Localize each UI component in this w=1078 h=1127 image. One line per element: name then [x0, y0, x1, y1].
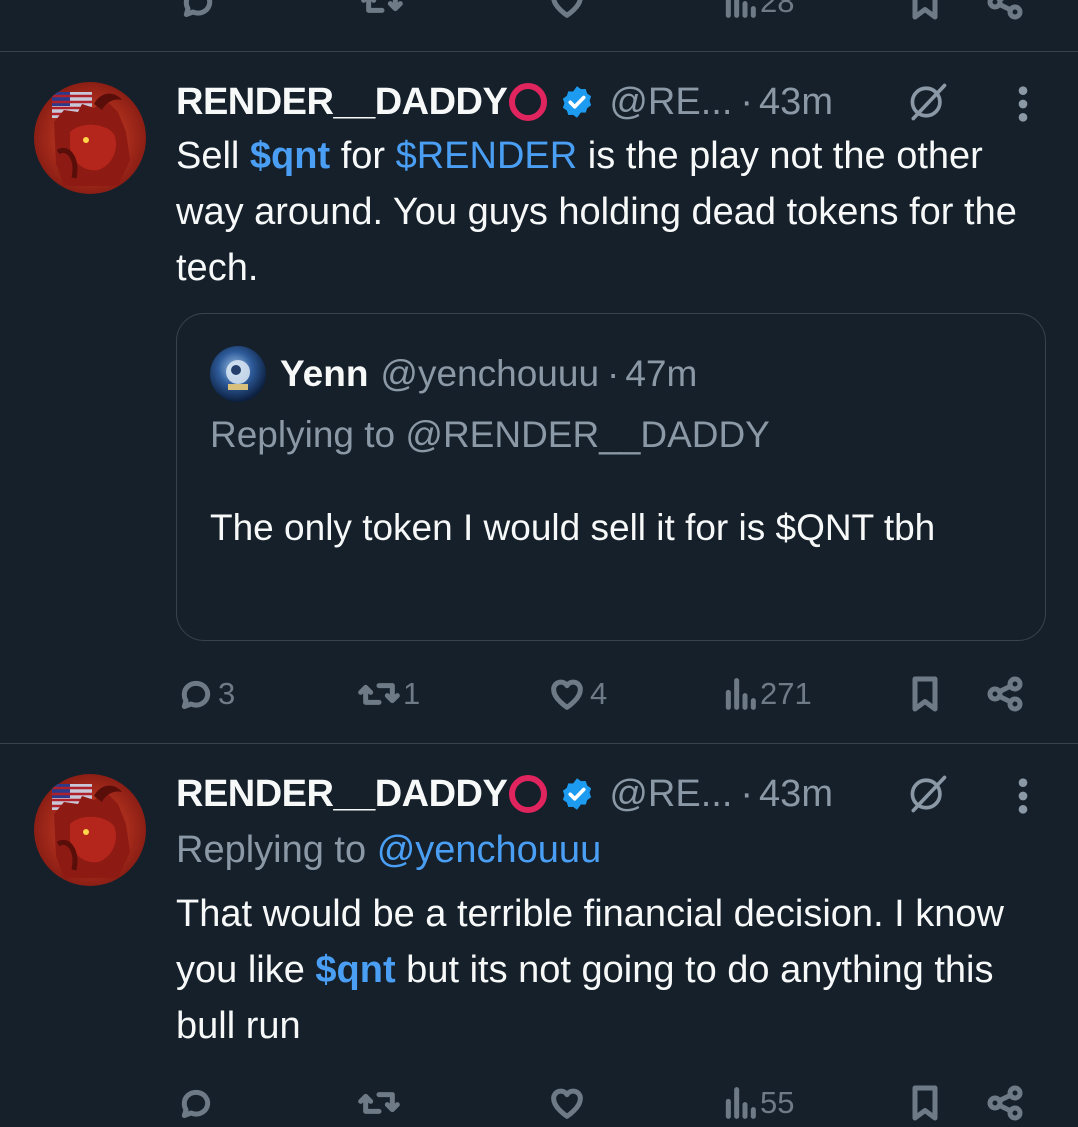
red-ring-emoji — [509, 775, 548, 813]
like-icon — [551, 679, 583, 710]
quote-text: The only token I would sell it for is $Q… — [210, 507, 936, 548]
top-like-button[interactable] — [546, 0, 588, 22]
tweet1-handle[interactable]: @RE... — [609, 81, 732, 124]
tweet1-reply-count: 3 — [218, 676, 236, 711]
verified-badge-icon — [563, 778, 592, 810]
tweet1-text-0: Sell — [176, 135, 250, 177]
tweet1-share-button[interactable] — [985, 674, 1025, 714]
quote-dot: · — [607, 353, 620, 394]
top-views-count: 28 — [760, 0, 795, 19]
tweet1-text: Sell $qnt for $RENDER is the play not th… — [176, 128, 1026, 296]
tweet1-action-bar: 3 1 4 271 — [0, 664, 1078, 724]
top-share-button[interactable] — [985, 0, 1025, 22]
reply-icon — [181, 680, 211, 709]
share-icon — [987, 676, 1023, 712]
verified-badge-icon — [563, 86, 592, 118]
tweet1-time[interactable]: 43m — [759, 81, 833, 124]
avatar-bull-image — [34, 774, 146, 886]
views-icon — [725, 678, 756, 710]
views-icon — [725, 0, 756, 18]
repost-icon — [358, 683, 400, 705]
tweet1-views-button[interactable]: 271 — [722, 674, 812, 714]
quote-time[interactable]: 47m — [625, 353, 697, 395]
tweet2-replying-handle[interactable]: @yenchouuu — [377, 829, 602, 871]
quote-display-name[interactable]: Yenn — [280, 353, 368, 395]
tweet1-avatar[interactable] — [34, 82, 146, 194]
tweet2-display-name[interactable]: RENDER__DADDY — [176, 773, 508, 816]
quote-replying-to: Replying to @RENDER__DADDY — [210, 414, 770, 456]
grok-icon[interactable] — [905, 80, 951, 124]
tweet2-views-count: 55 — [760, 1085, 795, 1120]
tweet1-views-count: 271 — [760, 676, 812, 711]
tweet1-cashtag-qnt[interactable]: $qnt — [250, 135, 330, 177]
top-bookmark-button[interactable] — [906, 0, 944, 22]
tweet2-share-button[interactable] — [985, 1083, 1025, 1123]
tweet1-cashtag-render[interactable]: $RENDER — [396, 135, 578, 177]
like-icon — [551, 0, 583, 18]
tweet1-display-name[interactable]: RENDER__DADDY — [176, 81, 508, 124]
avatar-globe-image — [210, 346, 266, 402]
tweet2-avatar[interactable] — [34, 774, 146, 886]
tweet1-header: RENDER__DADDY @RE... · 43m — [176, 77, 833, 127]
grok-icon[interactable] — [905, 772, 951, 816]
tweet2-text: That would be a terrible financial decis… — [176, 886, 1026, 1054]
quote-avatar[interactable] — [210, 346, 266, 402]
tweet2-handle[interactable]: @RE... — [609, 773, 732, 816]
tweet1-repost-button[interactable]: 1 — [357, 674, 420, 714]
tweet1-more-icon[interactable] — [1012, 84, 1034, 124]
tweet2-like-button[interactable] — [546, 1083, 588, 1123]
top-action-bar: 28 — [0, 0, 1078, 24]
reply-icon — [181, 1089, 211, 1118]
divider-middle — [0, 743, 1078, 744]
quote-handle[interactable]: @yenchouuu — [380, 353, 599, 395]
tweet2-action-bar: 55 — [0, 1075, 1078, 1127]
quote-replying-label: Replying to — [210, 414, 396, 455]
divider-top — [0, 51, 1078, 52]
avatar-bull-image — [34, 82, 146, 194]
tweet2-bookmark-button[interactable] — [906, 1083, 944, 1123]
tweet2-more-icon[interactable] — [1012, 776, 1034, 816]
bookmark-icon — [912, 0, 938, 20]
tweet1-repost-count: 1 — [403, 676, 421, 711]
tweet2-reply-button[interactable] — [176, 1083, 216, 1123]
tweet1-bookmark-button[interactable] — [906, 674, 944, 714]
tweet1-like-button[interactable]: 4 — [546, 674, 607, 714]
quote-header: Yenn @yenchouuu · 47m — [210, 346, 697, 402]
tweet1-text-2: for — [330, 135, 396, 177]
tweet2-repost-button[interactable] — [357, 1083, 401, 1123]
tweet1-dot: · — [740, 80, 754, 123]
bookmark-icon — [912, 1085, 938, 1121]
tweet2-replying-to: Replying to @yenchouuu — [176, 822, 1026, 878]
repost-icon — [361, 0, 403, 13]
like-icon — [551, 1088, 583, 1119]
red-ring-emoji — [509, 83, 548, 121]
tweet1-reply-button[interactable]: 3 — [176, 674, 235, 714]
repost-icon — [358, 1092, 400, 1114]
tweet2-dot: · — [740, 772, 754, 815]
reply-icon — [183, 0, 213, 17]
share-icon — [987, 1085, 1023, 1121]
top-views-button[interactable]: 28 — [722, 0, 794, 22]
tweet2-cashtag-qnt[interactable]: $qnt — [315, 949, 395, 991]
tweet2-replying-label: Replying to — [176, 829, 367, 871]
quote-replying-handle[interactable]: @RENDER__DADDY — [405, 414, 769, 455]
top-repost-button[interactable] — [360, 0, 404, 22]
tweet2-time[interactable]: 43m — [759, 773, 833, 816]
views-icon — [725, 1087, 756, 1119]
bookmark-icon — [912, 676, 938, 712]
top-reply-button[interactable] — [178, 0, 218, 22]
quote-tweet-card[interactable]: Yenn @yenchouuu · 47m Replying to @RENDE… — [176, 313, 1046, 641]
share-icon — [987, 0, 1023, 20]
tweet2-header: RENDER__DADDY @RE... · 43m — [176, 769, 833, 819]
tweet2-views-button[interactable]: 55 — [722, 1083, 794, 1123]
tweet1-like-count: 4 — [590, 676, 608, 711]
